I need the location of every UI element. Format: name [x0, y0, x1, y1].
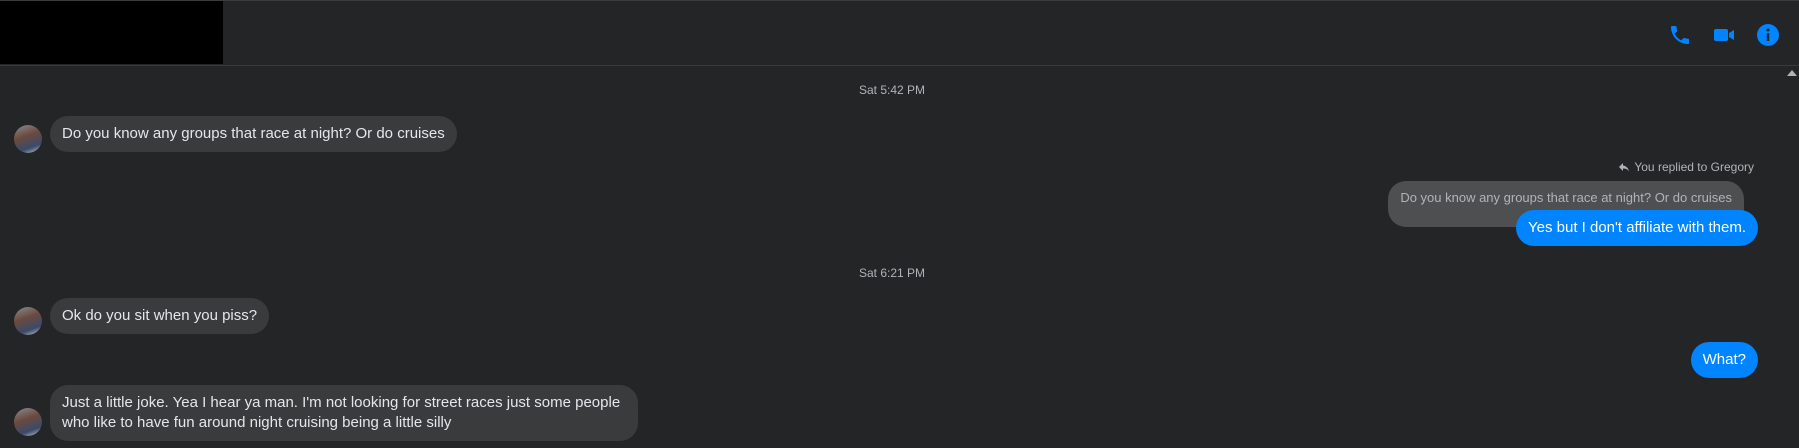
phone-icon[interactable] [1666, 21, 1694, 49]
avatar[interactable] [14, 307, 42, 335]
avatar[interactable] [14, 408, 42, 436]
info-icon[interactable] [1754, 21, 1782, 49]
reply-icon [1619, 163, 1630, 172]
avatar[interactable] [14, 125, 42, 153]
redacted-contact-area [0, 1, 223, 64]
scrollbar[interactable] [1784, 66, 1799, 448]
scroll-up-arrow-icon[interactable] [1787, 70, 1797, 76]
message-thread[interactable]: Sat 5:42 PM Do you know any groups that … [0, 66, 1784, 448]
incoming-message[interactable]: Do you know any groups that race at nigh… [50, 116, 457, 152]
reply-indicator: You replied to Gregory [1618, 160, 1754, 174]
timestamp: Sat 5:42 PM [858, 83, 926, 97]
conversation-header [0, 0, 1799, 66]
outgoing-message[interactable]: Yes but I don't affiliate with them. [1516, 210, 1758, 246]
messenger-window: Sat 5:42 PM Do you know any groups that … [0, 0, 1799, 448]
incoming-message[interactable]: Just a little joke. Yea I hear ya man. I… [50, 385, 638, 441]
video-camera-icon[interactable] [1710, 21, 1738, 49]
reply-label-text: You replied to Gregory [1634, 160, 1754, 174]
outgoing-message[interactable]: What? [1690, 342, 1758, 378]
timestamp: Sat 6:21 PM [858, 266, 926, 280]
incoming-message[interactable]: Ok do you sit when you piss? [50, 298, 270, 334]
